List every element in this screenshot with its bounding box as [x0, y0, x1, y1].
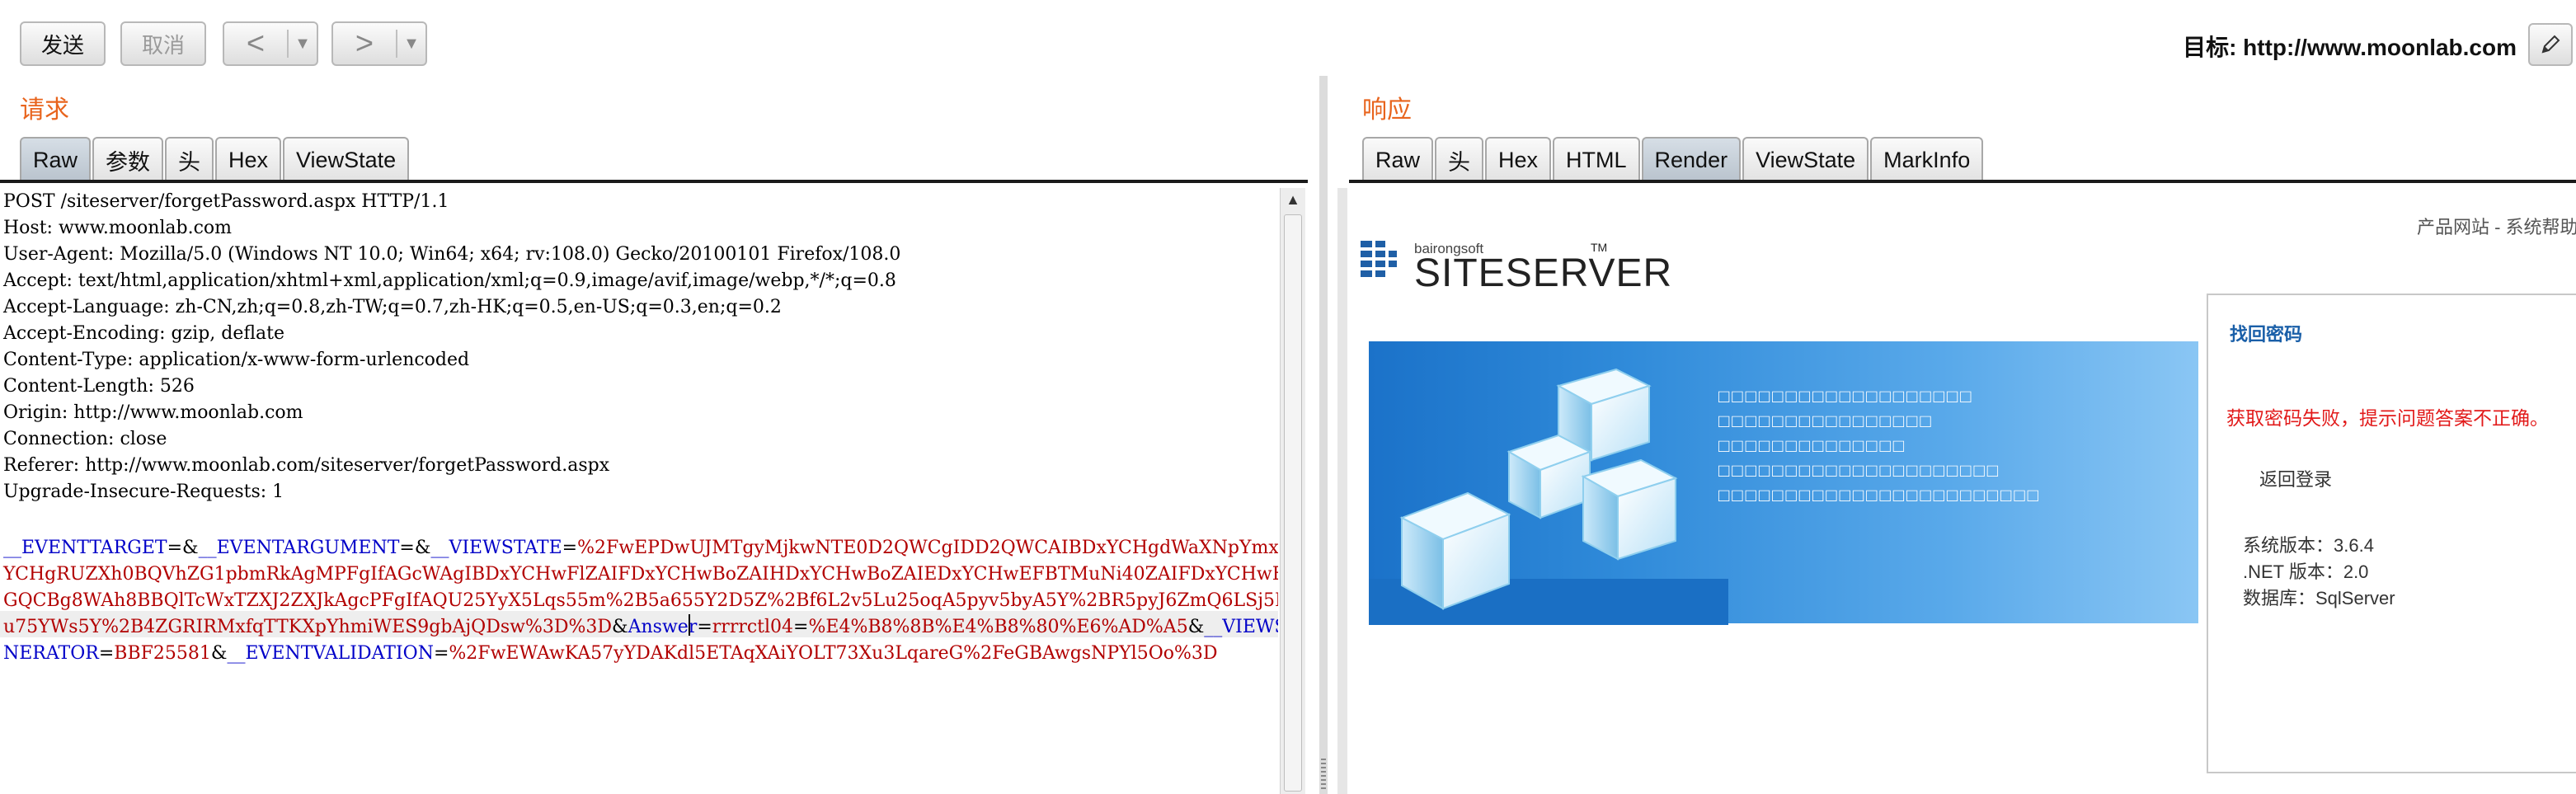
- separator: =&: [167, 538, 199, 558]
- header-line: Accept-Encoding: gzip, deflate: [3, 323, 285, 344]
- response-tab[interactable]: ViewState: [1742, 137, 1869, 181]
- system-version: 系统版本：3.6.4: [2243, 535, 2374, 556]
- request-editor[interactable]: POST /siteserver/forgetPassword.aspx HTT…: [0, 188, 1278, 794]
- request-tabs: Raw 参数头 Hex ViewState: [20, 137, 411, 181]
- response-title: 响应: [1362, 96, 1412, 124]
- param-name: __VIEWSTATE: [430, 538, 562, 558]
- recover-password-panel: 找回密码 获取密码失败，提示问题答案不正确。 返回登录 系统版本：3.6.4 .…: [2207, 294, 2576, 773]
- param-value: GQCBg8WAh8BBQlTcWxTZXJ2ZXJkAgcPFgIfAQU25…: [3, 590, 1278, 611]
- target-label: 目标: http://www.moonlab.com: [2183, 35, 2517, 60]
- separator: =: [697, 617, 712, 637]
- separator: =: [98, 643, 115, 664]
- logo-text: SITESERVER: [1414, 251, 1673, 295]
- dropdown-arrow-icon[interactable]: ▼: [397, 35, 425, 54]
- param-value: u75YWs5Y%2B4ZGRIRMxfqTTKXpYhmiWES9gbAjQD…: [3, 617, 613, 637]
- separator: &: [612, 617, 628, 637]
- param-value: %E4%B8%8B%E4%B8%80%E6%AD%A5: [808, 617, 1188, 637]
- header-line: Accept-Language: zh-CN,zh;q=0.8,zh-TW;q=…: [3, 297, 782, 317]
- logo-trademark: TM: [1591, 241, 1608, 254]
- param-name: __EVENTVALIDATION: [227, 643, 434, 664]
- param-value: %2FwEPDwUJMTgyMjkwNTE0D2QWCgIDD2QWCAIBDx…: [577, 538, 1278, 558]
- banner-text-line: □□□□□□□□□□□□□□□□: [1718, 411, 1934, 431]
- header-line: Accept: text/html,application/xhtml+xml,…: [3, 270, 896, 291]
- pencil-icon: [2541, 35, 2560, 54]
- top-links[interactable]: 产品网站 - 系统帮助: [2417, 213, 2576, 239]
- header-line: POST /siteserver/forgetPassword.aspx HTT…: [3, 191, 449, 212]
- request-tab[interactable]: 参数: [92, 137, 164, 181]
- edit-target-button[interactable]: [2528, 23, 2573, 66]
- forward-history-button[interactable]: > ▼: [331, 21, 427, 66]
- param-name: Answer: [628, 617, 698, 637]
- param-name: NERATOR: [3, 643, 99, 664]
- param-value: BBF25581: [114, 643, 211, 664]
- body-line: NERATOR=BBF25581&__EVENTVALIDATION=%2FwE…: [3, 643, 1218, 664]
- request-scrollbar[interactable]: ▲: [1280, 188, 1305, 794]
- panel-title: 找回密码: [2230, 324, 2303, 345]
- body-line: YCHgRUZXh0BQVhZG1pbmRkAgMPFgIfAGcWAgIBDx…: [3, 564, 1278, 585]
- dropdown-arrow-icon[interactable]: ▼: [289, 35, 317, 54]
- header-line: Referer: http://www.moonlab.com/siteserv…: [3, 455, 610, 476]
- chevron-left-icon: <: [246, 26, 266, 61]
- separator: &: [1187, 617, 1205, 637]
- response-tab[interactable]: Hex: [1485, 137, 1552, 181]
- header-line: Upgrade-Insecure-Requests: 1: [3, 482, 284, 502]
- pane-splitter[interactable]: [1319, 76, 1328, 794]
- banner-text-line: □□□□□□□□□□□□□□□□□□□□□: [1718, 460, 2001, 481]
- header-line: Content-Length: 526: [3, 376, 195, 397]
- param-value: rrrrctl04: [712, 617, 794, 637]
- request-tab[interactable]: Raw: [20, 137, 92, 181]
- response-tab[interactable]: 头: [1435, 137, 1484, 181]
- error-message: 获取密码失败，提示问题答案不正确。: [2226, 407, 2549, 429]
- body-line: __EVENTTARGET=&__EVENTARGUMENT=&__VIEWST…: [3, 538, 1278, 558]
- banner-text-line: □□□□□□□□□□□□□□: [1718, 435, 1907, 456]
- request-tab[interactable]: 头: [165, 137, 214, 181]
- cancel-button[interactable]: 取消: [120, 21, 206, 66]
- response-scrollbar[interactable]: [1337, 188, 1347, 794]
- text-caret: [689, 614, 690, 636]
- body-line: u75YWs5Y%2B4ZGRIRMxfqTTKXpYhmiWES9gbAjQD…: [3, 617, 1278, 637]
- separator: &: [210, 643, 228, 664]
- separator: =&: [399, 538, 431, 558]
- splitter-grip-icon[interactable]: [1321, 759, 1326, 792]
- cubes-illustration: [1399, 368, 1678, 610]
- header-line: Host: www.moonlab.com: [3, 218, 233, 238]
- banner-text-line: □□□□□□□□□□□□□□□□□□□: [1718, 386, 1974, 406]
- rendered-page: 产品网站 - 系统帮助 bairongsoft SITESERVER TM □□…: [1349, 188, 2576, 794]
- tab-underline: [0, 180, 1308, 183]
- request-tab[interactable]: ViewState: [283, 137, 410, 181]
- dotnet-version: .NET 版本：2.0: [2243, 561, 2369, 582]
- param-value: %2FwEWAwKA57yYDAKdl5ETAqXAiYOLT73Xu3Lqar…: [449, 643, 1218, 664]
- param-name: __EVENTARGUMENT: [198, 538, 400, 558]
- tab-underline: [1349, 180, 2576, 183]
- response-tab[interactable]: HTML: [1553, 137, 1640, 181]
- param-name: __EVENTTARGET: [3, 538, 167, 558]
- scrollbar-thumb[interactable]: [1284, 214, 1302, 792]
- param-name: __VIEWSTATEGE: [1204, 617, 1278, 637]
- banner-text-line: □□□□□□□□□□□□□□□□□□□□□□□□: [1718, 485, 2041, 505]
- back-to-login-link[interactable]: 返回登录: [2259, 465, 2332, 491]
- response-tab[interactable]: Render: [1641, 137, 1742, 181]
- header-line: Content-Type: application/x-www-form-url…: [3, 350, 470, 370]
- param-value: YCHgRUZXh0BQVhZG1pbmRkAgMPFgIfAGcWAgIBDx…: [3, 564, 1278, 585]
- siteserver-logo-icon: [1361, 241, 1397, 277]
- response-tab[interactable]: MarkInfo: [1870, 137, 1984, 181]
- request-tab[interactable]: Hex: [215, 137, 282, 181]
- header-line: Connection: close: [3, 429, 167, 449]
- scroll-up-arrow-icon[interactable]: ▲: [1281, 191, 1305, 209]
- header-line: Origin: http://www.moonlab.com: [3, 402, 303, 423]
- back-history-button[interactable]: < ▼: [223, 21, 318, 66]
- response-tab[interactable]: Raw: [1362, 137, 1434, 181]
- request-title: 请求: [20, 96, 69, 124]
- response-tabs: Raw 头 Hex HTML Render ViewState MarkInfo: [1362, 137, 1985, 181]
- database-type: 数据库：SqlServer: [2243, 588, 2395, 608]
- separator: =: [433, 643, 449, 664]
- header-line: User-Agent: Mozilla/5.0 (Windows NT 10.0…: [3, 244, 901, 265]
- chevron-right-icon: >: [355, 26, 374, 61]
- body-line: GQCBg8WAh8BBQlTcWxTZXJ2ZXJkAgcPFgIfAQU25…: [3, 590, 1278, 611]
- send-button[interactable]: 发送: [20, 21, 106, 66]
- separator: =: [793, 617, 809, 637]
- separator: =: [562, 538, 578, 558]
